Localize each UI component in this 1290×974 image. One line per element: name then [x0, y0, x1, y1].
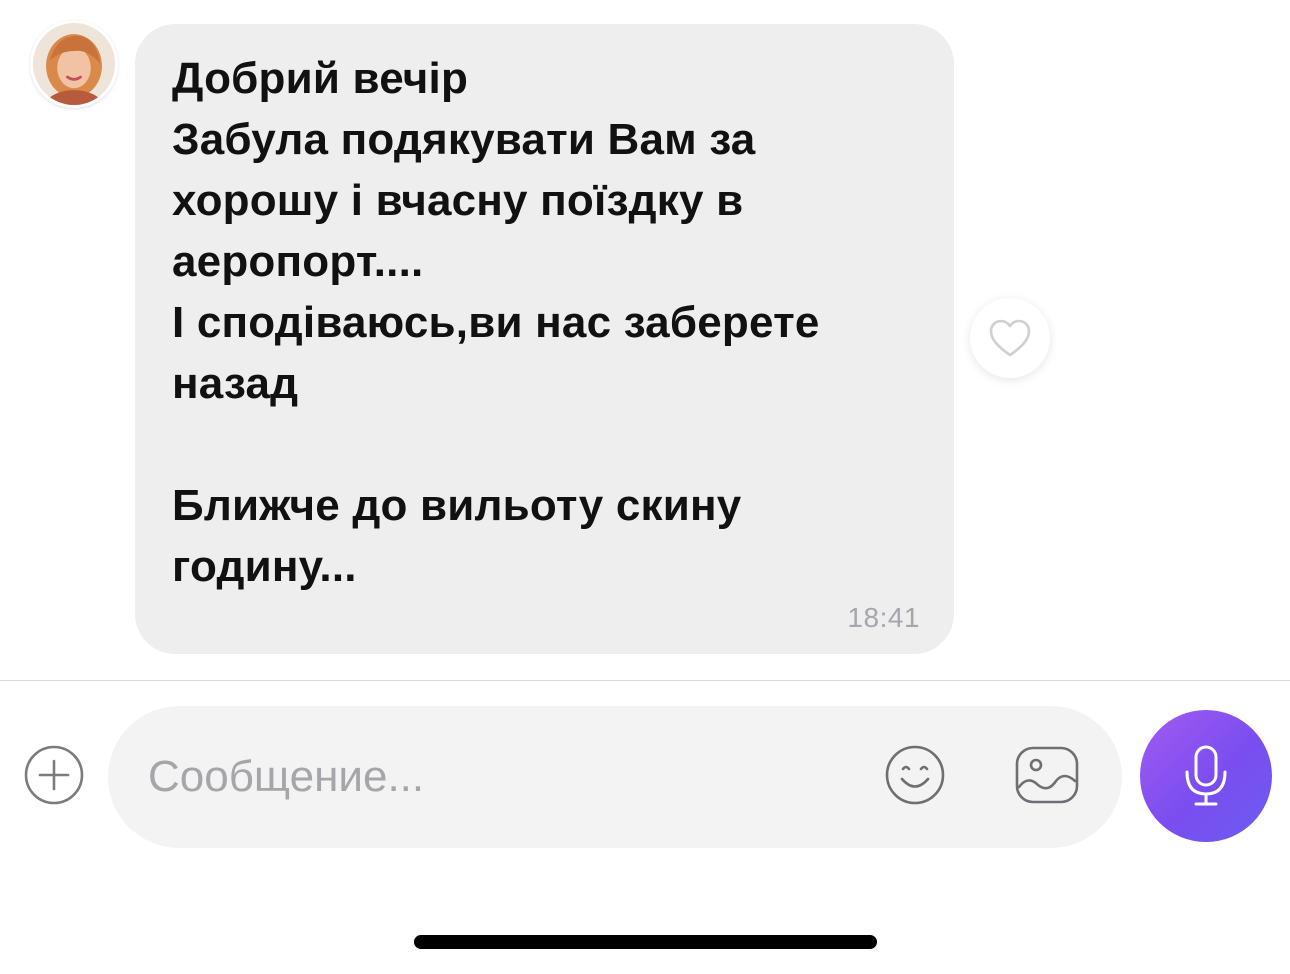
plus-circle-icon — [24, 745, 84, 805]
message-text: Добрий вечір Забула подякувати Вам за хо… — [172, 54, 820, 591]
like-button[interactable] — [970, 298, 1050, 378]
avatar-image — [33, 23, 115, 105]
message-time: 18:41 — [847, 602, 920, 633]
emoji-button[interactable] — [884, 744, 946, 806]
message-input[interactable] — [148, 745, 848, 809]
microphone-icon — [1185, 745, 1227, 806]
heart-outline-icon — [989, 319, 1031, 357]
gallery-button[interactable] — [1014, 745, 1080, 805]
smiley-icon — [885, 745, 945, 805]
attach-button[interactable] — [23, 744, 85, 806]
voice-message-button[interactable] — [1140, 710, 1272, 842]
image-icon — [1015, 746, 1079, 804]
contact-avatar[interactable] — [30, 20, 118, 108]
home-indicator[interactable] — [414, 935, 877, 949]
composer-divider — [0, 680, 1290, 681]
